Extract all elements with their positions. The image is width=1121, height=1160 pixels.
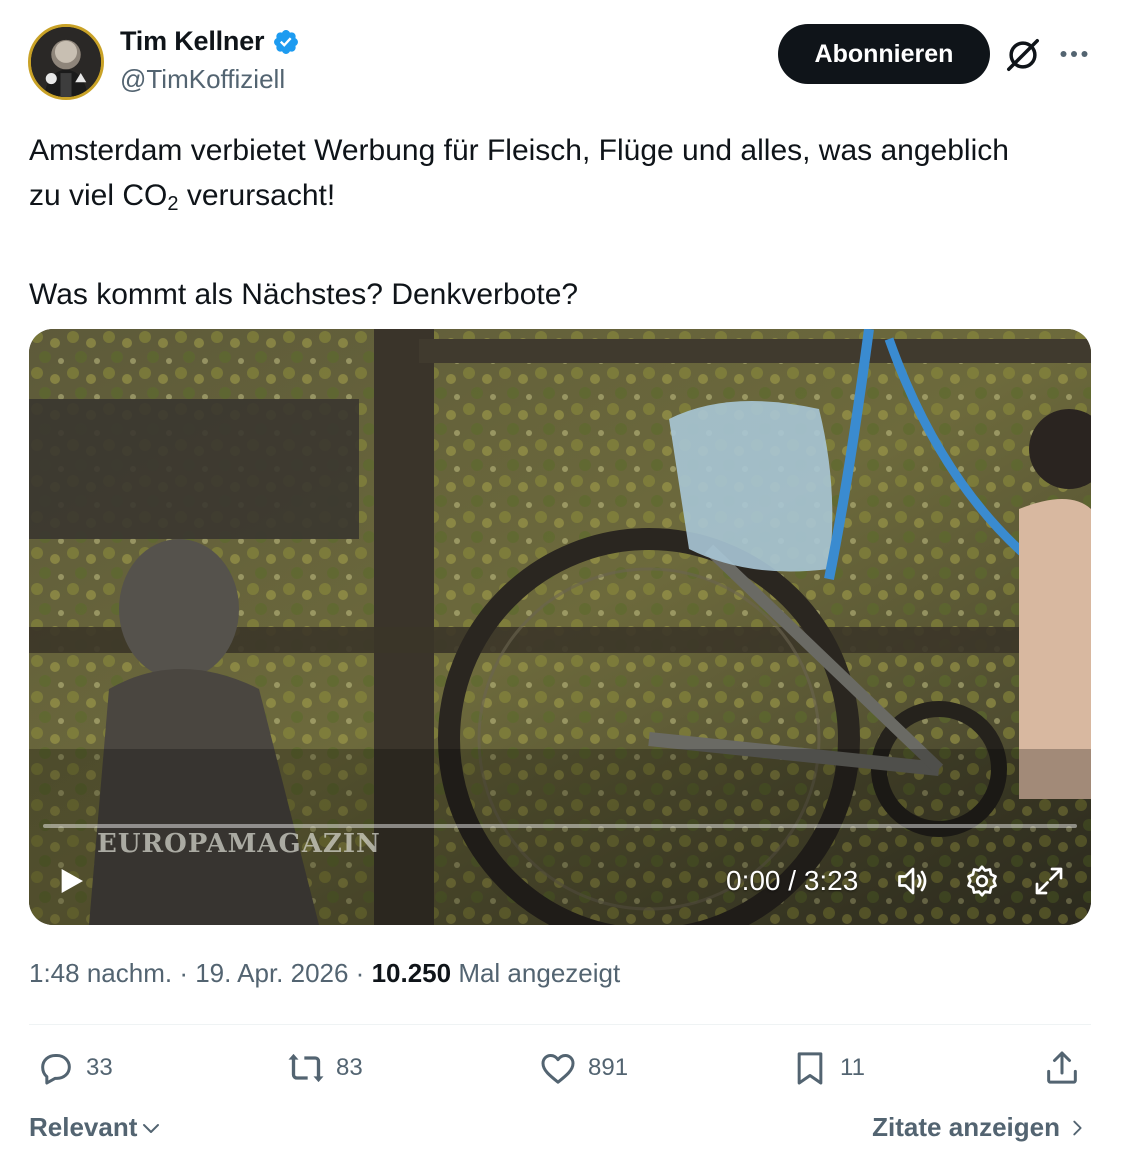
- share-icon: [1047, 1051, 1077, 1084]
- volume-icon[interactable]: [895, 863, 931, 899]
- repost-count: 83: [336, 1054, 363, 1081]
- author-name-row[interactable]: Tim Kellner: [120, 26, 300, 57]
- tweet-text-line: Was kommt als Nächstes? Denkverbote?: [29, 278, 579, 311]
- like-count: 891: [588, 1054, 629, 1081]
- show-quotes-link[interactable]: Zitate anzeigen: [872, 1112, 1088, 1143]
- reply-sort-dropdown[interactable]: Relevant: [29, 1112, 163, 1143]
- like-button[interactable]: 891: [538, 1048, 628, 1088]
- follow-button[interactable]: Abonnieren: [778, 24, 990, 84]
- meta-separator: ·: [348, 958, 372, 988]
- play-icon[interactable]: [55, 863, 87, 899]
- heart-icon: [541, 1054, 575, 1084]
- tweet-card: Tim Kellner @TimKoffiziell Abonnieren Am…: [0, 0, 1121, 1160]
- tweet-time[interactable]: 1:48 nachm.: [29, 958, 172, 988]
- repost-button[interactable]: 83: [286, 1048, 363, 1088]
- video-time: 0:00 / 3:23: [726, 865, 859, 896]
- video-player[interactable]: EUROPAMAGAZIN 0:00 / 3:23: [29, 329, 1091, 925]
- avatar-photo: [31, 27, 101, 97]
- video-progress-bar[interactable]: [43, 824, 1077, 828]
- author-handle[interactable]: @TimKoffiziell: [120, 64, 285, 95]
- reply-icon: [41, 1054, 71, 1085]
- fullscreen-icon[interactable]: [1031, 863, 1067, 899]
- meta-separator: ·: [172, 958, 196, 988]
- tweet-date[interactable]: 19. Apr. 2026: [195, 958, 348, 988]
- bookmark-icon: [797, 1052, 823, 1085]
- repost-icon: [288, 1053, 324, 1083]
- view-count: 10.250: [371, 958, 452, 988]
- chevron-down-icon: [143, 1123, 160, 1133]
- tweet-text: Amsterdam verbietet Werbung für Fleisch,…: [29, 128, 1099, 317]
- share-button[interactable]: [1042, 1048, 1082, 1088]
- more-dots-icon[interactable]: [1056, 36, 1092, 72]
- tweet-text-line: Amsterdam verbietet Werbung für Fleisch,…: [29, 134, 1009, 167]
- show-quotes-label: Zitate anzeigen: [872, 1112, 1060, 1142]
- tweet-meta: 1:48 nachm. · 19. Apr. 2026 · 10.250 Mal…: [29, 958, 620, 989]
- grok-icon[interactable]: [1004, 36, 1042, 74]
- bookmark-button[interactable]: 11: [790, 1048, 865, 1088]
- bookmark-count: 11: [840, 1054, 865, 1081]
- tweet-text-line: zu viel CO2 verursacht!: [29, 179, 336, 215]
- view-count-label: Mal angezeigt: [451, 958, 621, 988]
- author-display-name[interactable]: Tim Kellner: [120, 26, 265, 57]
- chevron-right-icon: [1073, 1120, 1082, 1135]
- reply-button[interactable]: 33: [36, 1048, 113, 1088]
- video-watermark: EUROPAMAGAZIN: [97, 829, 381, 859]
- avatar[interactable]: [28, 24, 104, 100]
- divider: [29, 1024, 1091, 1025]
- reply-count: 33: [86, 1054, 113, 1081]
- reply-sort-label: Relevant: [29, 1112, 138, 1142]
- verified-badge-icon: [274, 29, 299, 54]
- settings-gear-icon[interactable]: [964, 863, 1000, 899]
